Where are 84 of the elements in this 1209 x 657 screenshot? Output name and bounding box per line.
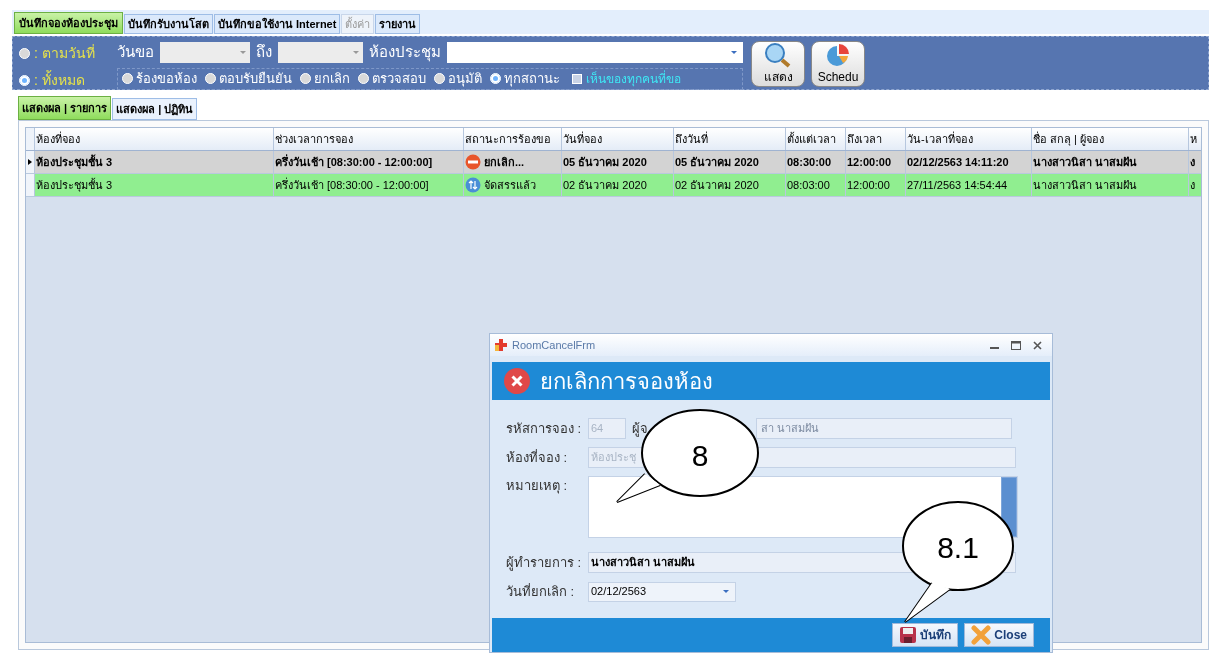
cancel-icon [504, 368, 530, 394]
date-from-label: วันขอ [117, 42, 154, 62]
column-header[interactable]: วัน-เวลาที่จอง [906, 128, 1032, 150]
table-cell-text: ครึ่งวันเช้า [08:30:00 - 12:00:00] [275, 176, 429, 193]
maximize-icon[interactable] [1011, 340, 1021, 350]
row-header-cell[interactable] [26, 151, 35, 173]
table-cell-text: จัดสรรแล้ว [484, 177, 536, 193]
column-header[interactable]: วันที่จอง [562, 128, 674, 150]
table-cell-text: นางสาวนิสา นาสมฝัน [1033, 177, 1138, 193]
field-label: ผู้ทำรายการ : [506, 553, 583, 573]
radio-button[interactable] [490, 73, 501, 84]
app-icon [494, 338, 508, 352]
tab[interactable]: บันทึกรับงานโสต [124, 14, 213, 34]
radio-label: ร้องขอห้อง [136, 69, 197, 88]
schedule-button[interactable]: Schedu [811, 41, 865, 87]
checkbox-label: เห็นของทุกคนที่ขอ [586, 69, 681, 88]
field-label: หมายเหตุ : [506, 477, 569, 496]
tab[interactable]: แสดงผล | รายการ [18, 96, 112, 120]
column-header[interactable]: ห้องที่จอง [35, 128, 274, 150]
table-cell: ห้องประชุมชั้น 3 [36, 153, 113, 171]
table-cell-text: ห้องประชุมชั้น 3 [36, 177, 113, 194]
room-label: ห้องประชุม [369, 42, 441, 64]
dialog-heading: ยกเลิกการจองห้อง [540, 367, 713, 396]
table-cell-text: 27/11/2563 14:54:44 [907, 177, 1008, 193]
field-label: รหัสการจอง : [506, 419, 583, 438]
column-header[interactable]: ห [1189, 128, 1209, 150]
table-cell-text: ง [1190, 154, 1195, 170]
pie-chart-icon [825, 42, 851, 68]
date-to-dropdown[interactable] [278, 41, 363, 63]
tab[interactable]: บันทึกจองห้องประชุม [14, 12, 123, 34]
room-dropdown[interactable] [447, 41, 743, 63]
table-cell-text: 12:00:00 [847, 177, 890, 193]
radio-label: ทุกสถานะ [504, 69, 560, 89]
cancel-date-dropdown[interactable]: 02/12/2563 [588, 581, 736, 602]
column-header[interactable]: ถึงเวลา [846, 128, 906, 150]
column-header[interactable]: ตั้งแต่เวลา [786, 128, 846, 150]
search-icon [764, 42, 792, 68]
table-cell-text: 12:00:00 [847, 154, 892, 170]
checkbox[interactable] [572, 73, 582, 84]
date-to-label: ถึง [256, 42, 272, 62]
window-title: RoomCancelFrm [512, 337, 596, 353]
table-cell-text: นางสาวนิสา นาสมฝัน [1033, 154, 1138, 170]
table-cell-text: ยกเลิก... [484, 154, 525, 170]
radio-button[interactable] [19, 75, 30, 86]
close-button[interactable]: Close [964, 623, 1034, 647]
radio-button[interactable] [358, 73, 369, 84]
show-button[interactable]: แสดง [751, 41, 805, 87]
table-cell-text: 02 ธันวาคม 2020 [563, 177, 647, 193]
row-pointer-icon [28, 159, 32, 165]
table-cell-text: ง [1190, 177, 1195, 193]
radio-button[interactable] [205, 73, 216, 84]
table-cell-text: 08:03:00 [787, 177, 830, 193]
save-button[interactable]: บันทึก [892, 623, 959, 647]
field-label: ผู้จ [632, 419, 649, 439]
table-cell-text: 05 ธันวาคม 2020 [563, 154, 647, 170]
table-cell-text: 05 ธันวาคม 2020 [675, 154, 759, 170]
column-header[interactable]: ช่วงเวลาการจอง [274, 128, 464, 150]
table-cell-text: 02 ธันวาคม 2020 [675, 177, 759, 193]
close-icon [971, 625, 992, 645]
radio-label: ยกเลิก [314, 69, 350, 88]
tab[interactable]: แสดงผล | ปฏิทิน [112, 98, 198, 120]
column-header[interactable]: สถานะการร้องขอ [464, 128, 562, 150]
field-label: วันที่ยกเลิก : [506, 582, 576, 601]
radio-button[interactable] [434, 73, 445, 84]
radio-button[interactable] [19, 48, 30, 59]
date-from-dropdown[interactable] [160, 41, 250, 63]
radio-button[interactable] [122, 73, 133, 84]
radio-label: : ทั้งหมด [34, 70, 85, 90]
radio-label: ตรวจสอบ [372, 69, 426, 88]
radio-label: : ตามวันที่ [34, 43, 95, 63]
table-cell-text: 02/12/2563 14:11:20 [907, 154, 1009, 170]
radio-label: ตอบรับยืนยัน [219, 69, 292, 88]
table-cell-text: 08:30:00 [787, 154, 832, 170]
column-header[interactable]: ถึงวันที่ [674, 128, 786, 150]
row-header-cell[interactable] [26, 174, 35, 196]
radio-label: อนุมัติ [448, 69, 482, 89]
header-corner [26, 128, 35, 150]
close-icon[interactable] [1033, 340, 1042, 350]
tab[interactable]: บันทึกขอใช้งาน Internet [214, 14, 341, 34]
table-cell-text: ครึ่งวันเช้า [08:30:00 - 12:00:00] [275, 153, 433, 170]
field-label: ห้องที่จอง : [506, 448, 569, 467]
radio-button[interactable] [300, 73, 311, 84]
tab[interactable]: รายงาน [375, 14, 421, 34]
column-header[interactable]: ชื่อ สกลุ | ผู้จอง [1032, 128, 1189, 150]
